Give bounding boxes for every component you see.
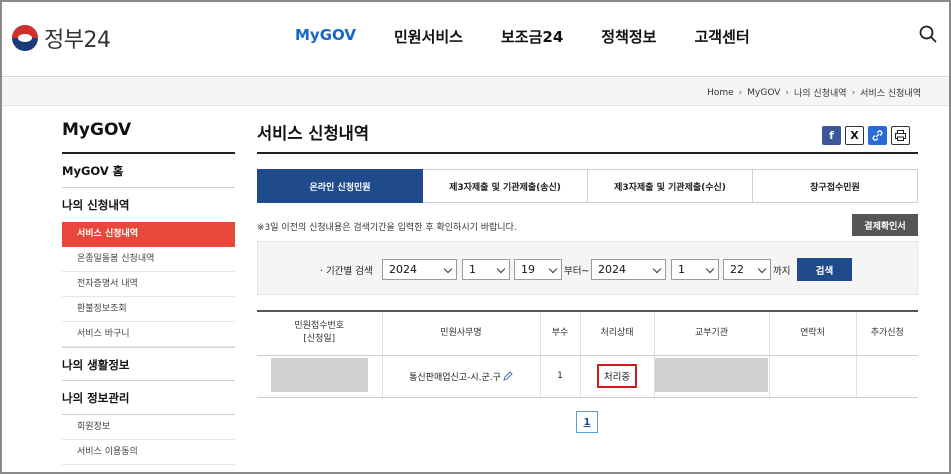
cell-contact (769, 355, 857, 398)
main-content: 서비스 신청내역 f X 온라인 신청민원 제3자제출 및 기관제출(송신) 제… (257, 120, 918, 433)
page-title-bar: 서비스 신청내역 f X (257, 120, 918, 154)
nav-policy-info[interactable]: 정책정보 (601, 26, 656, 47)
sidebar-title: MyGOV (62, 120, 235, 154)
nav-civil-services[interactable]: 민원서비스 (394, 26, 463, 47)
nav-subsidy24[interactable]: 보조금24 (501, 26, 563, 47)
service-name-link[interactable]: 통신판매업신고-시.군.구 (409, 373, 501, 383)
breadcrumb-mygov[interactable]: MyGOV (747, 88, 780, 98)
to-suffix: 까지 (773, 266, 791, 277)
col-service-name: 민원사무명 (382, 310, 541, 356)
applications-table: 민원접수번호 [신청일] 민원사무명 부수 처리상태 교부기관 연락처 추가신청… (257, 310, 918, 398)
payment-confirmation-button[interactable]: 결제확인서 (852, 214, 918, 236)
search-icon[interactable] (919, 25, 937, 43)
site-header: 정부24 MyGOV 민원서비스 보조금24 정책정보 고객센터 (2, 2, 949, 77)
to-day-select[interactable]: 22 (723, 259, 771, 280)
to-month-select[interactable]: 1 (671, 259, 719, 280)
breadcrumb: Home › MyGOV › 나의 신청내역 › 서비스 신청내역 (707, 86, 921, 100)
redacted-block (654, 357, 768, 392)
filter-label: · 기간별 검색 (320, 266, 373, 277)
to-year-select[interactable]: 2024 (591, 259, 666, 280)
sidebar-subitem-e-certificates[interactable]: 전자증명서 내역 (62, 272, 235, 297)
search-notice: ※3일 이전의 신청내용은 검색기간을 입력한 후 확인하시기 바랍니다. (257, 223, 517, 233)
taegeuk-logo-icon (12, 25, 38, 51)
sidebar-subitem-refund-info[interactable]: 환불정보조회 (62, 297, 235, 322)
chevron-right-icon: › (738, 87, 743, 98)
tab-online-applications[interactable]: 온라인 신청민원 (257, 169, 423, 203)
pagination-page-1[interactable]: 1 (576, 411, 598, 433)
breadcrumb-my-applications[interactable]: 나의 신청내역 (794, 86, 847, 99)
col-status: 처리상태 (580, 310, 655, 356)
cell-additional-request (856, 355, 918, 398)
tab-third-party-received[interactable]: 제3자제출 및 기관제출(수신) (588, 169, 753, 203)
breadcrumb-bar: Home › MyGOV › 나의 신청내역 › 서비스 신청내역 (2, 78, 949, 106)
sidebar-subitem-service-consent[interactable]: 서비스 이용동의 (62, 440, 235, 465)
status-badge: 처리중 (596, 364, 638, 388)
breadcrumb-current[interactable]: 서비스 신청내역 (860, 86, 921, 99)
sidebar-item-life-info[interactable]: 나의 생활정보 (62, 347, 235, 381)
from-year-select[interactable]: 2024 (382, 259, 457, 280)
application-tabs: 온라인 신청민원 제3자제출 및 기관제출(송신) 제3자제출 및 기관제출(수… (257, 169, 918, 203)
chevron-right-icon: › (851, 87, 856, 98)
col-receipt-number: 민원접수번호 [신청일] (257, 310, 383, 356)
x-icon[interactable]: X (845, 126, 864, 145)
from-suffix: 부터~ (564, 266, 590, 277)
sidebar-subitem-service-applications[interactable]: 서비스 신청내역 (62, 222, 235, 247)
from-day-select[interactable]: 19 (514, 259, 562, 280)
sidebar-item-my-applications[interactable]: 나의 신청내역 (62, 188, 235, 222)
sidebar-subitem-service-basket[interactable]: 서비스 바구니 (62, 322, 235, 347)
sidebar-submenu-info-management: 회원정보 서비스 이용동의 (62, 415, 235, 465)
sidebar-item-mygov-home[interactable]: MyGOV 홈 (62, 154, 235, 188)
sidebar-subitem-member-info[interactable]: 회원정보 (62, 415, 235, 440)
cell-issuing-agency (654, 355, 770, 398)
cell-status: 처리중 (580, 355, 655, 398)
edit-icon[interactable] (503, 370, 513, 381)
cell-service-name[interactable]: 통신판매업신고-시.군.구 (382, 355, 541, 398)
logo-text: 정부24 (44, 28, 111, 53)
print-icon[interactable] (891, 126, 910, 145)
cell-copies: 1 (540, 355, 581, 398)
page-title: 서비스 신청내역 (257, 124, 370, 143)
nav-customer-center[interactable]: 고객센터 (694, 26, 749, 47)
tab-counter-applications[interactable]: 창구접수민원 (753, 169, 918, 203)
chevron-right-icon: › (785, 87, 790, 98)
search-button[interactable]: 검색 (797, 258, 852, 281)
sidebar-item-info-management[interactable]: 나의 정보관리 (62, 381, 235, 415)
nav-mygov[interactable]: MyGOV (295, 26, 356, 47)
sidebar-subitem-allday-care[interactable]: 온종일돌봄 신청내역 (62, 247, 235, 272)
redacted-block (270, 357, 368, 392)
table-header-row: 민원접수번호 [신청일] 민원사무명 부수 처리상태 교부기관 연락처 추가신청 (257, 310, 918, 356)
sidebar: MyGOV MyGOV 홈 나의 신청내역 서비스 신청내역 온종일돌봄 신청내… (62, 120, 235, 465)
date-filter: · 기간별 검색 2024 1 19 부터~ 2024 1 22 까지 검색 (257, 241, 918, 295)
link-icon[interactable] (868, 126, 887, 145)
sidebar-submenu-applications: 서비스 신청내역 온종일돌봄 신청내역 전자증명서 내역 환불정보조회 서비스 … (62, 222, 235, 347)
from-month-select[interactable]: 1 (462, 259, 510, 280)
col-contact: 연락처 (769, 310, 857, 356)
global-nav: MyGOV 민원서비스 보조금24 정책정보 고객센터 (295, 26, 788, 47)
col-additional-request: 추가신청 (856, 310, 918, 356)
share-tools: f X (818, 126, 910, 145)
site-logo[interactable]: 정부24 (12, 22, 111, 54)
cell-receipt-number[interactable] (257, 355, 383, 398)
breadcrumb-home[interactable]: Home (707, 88, 734, 98)
col-issuing-agency: 교부기관 (654, 310, 770, 356)
facebook-icon[interactable]: f (822, 126, 841, 145)
tab-third-party-sent[interactable]: 제3자제출 및 기관제출(송신) (423, 169, 588, 203)
table-row: 통신판매업신고-시.군.구 1 처리중 (257, 355, 918, 398)
col-copies: 부수 (540, 310, 581, 356)
